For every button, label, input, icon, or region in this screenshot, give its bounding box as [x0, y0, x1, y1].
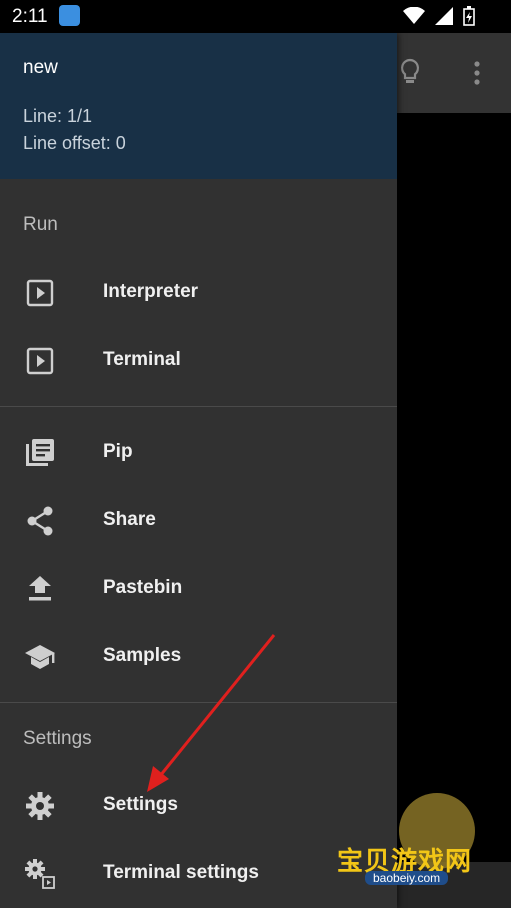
menu-item-pip[interactable]: Pip	[0, 423, 397, 483]
menu-item-label: Pip	[103, 441, 133, 462]
wifi-icon	[403, 7, 425, 24]
drawer-header: new Line: 1/1 Line offset: 0	[0, 33, 397, 179]
menu-item-interpreter[interactable]: Interpreter	[0, 263, 397, 323]
divider	[0, 406, 397, 407]
menu-item-label: Terminal settings	[103, 862, 259, 883]
watermark-url: baobeiy.com	[365, 871, 449, 885]
library-books-icon	[24, 437, 56, 469]
watermark-logo: 宝贝游戏网 baobeiy.com	[335, 793, 477, 893]
battery-charging-icon	[463, 6, 475, 26]
menu-item-label: Share	[103, 509, 156, 530]
menu-item-pastebin[interactable]: Pastebin	[0, 559, 397, 619]
menu-item-label: Settings	[103, 794, 178, 815]
more-vert-icon[interactable]	[473, 60, 481, 91]
divider	[0, 702, 397, 703]
section-label-run: Run	[23, 214, 58, 235]
menu-item-terminal[interactable]: Terminal	[0, 331, 397, 391]
menu-item-label: Terminal	[103, 349, 181, 370]
play-box-icon	[24, 277, 56, 309]
status-time: 2:11	[12, 6, 48, 27]
share-icon	[24, 505, 56, 537]
school-icon	[24, 641, 56, 673]
menu-item-share[interactable]: Share	[0, 491, 397, 551]
navigation-drawer: new Line: 1/1 Line offset: 0 Run Interpr…	[0, 33, 397, 908]
menu-item-label: Pastebin	[103, 577, 183, 598]
line-offset-indicator: Line offset: 0	[23, 133, 126, 153]
gear-play-icon	[24, 858, 56, 890]
status-bar: 2:11	[0, 0, 511, 33]
lightbulb-icon[interactable]	[398, 58, 422, 93]
play-box-icon	[24, 345, 56, 377]
file-name: new	[23, 57, 58, 78]
upload-icon	[24, 573, 56, 605]
app-notification-icon	[59, 5, 80, 26]
menu-item-label: Interpreter	[103, 281, 199, 302]
menu-item-samples[interactable]: Samples	[0, 627, 397, 687]
signal-icon	[435, 7, 453, 25]
menu-item-label: Samples	[103, 645, 182, 666]
line-indicator: Line: 1/1	[23, 106, 93, 126]
gear-icon	[24, 790, 56, 822]
section-label-settings: Settings	[23, 728, 92, 749]
